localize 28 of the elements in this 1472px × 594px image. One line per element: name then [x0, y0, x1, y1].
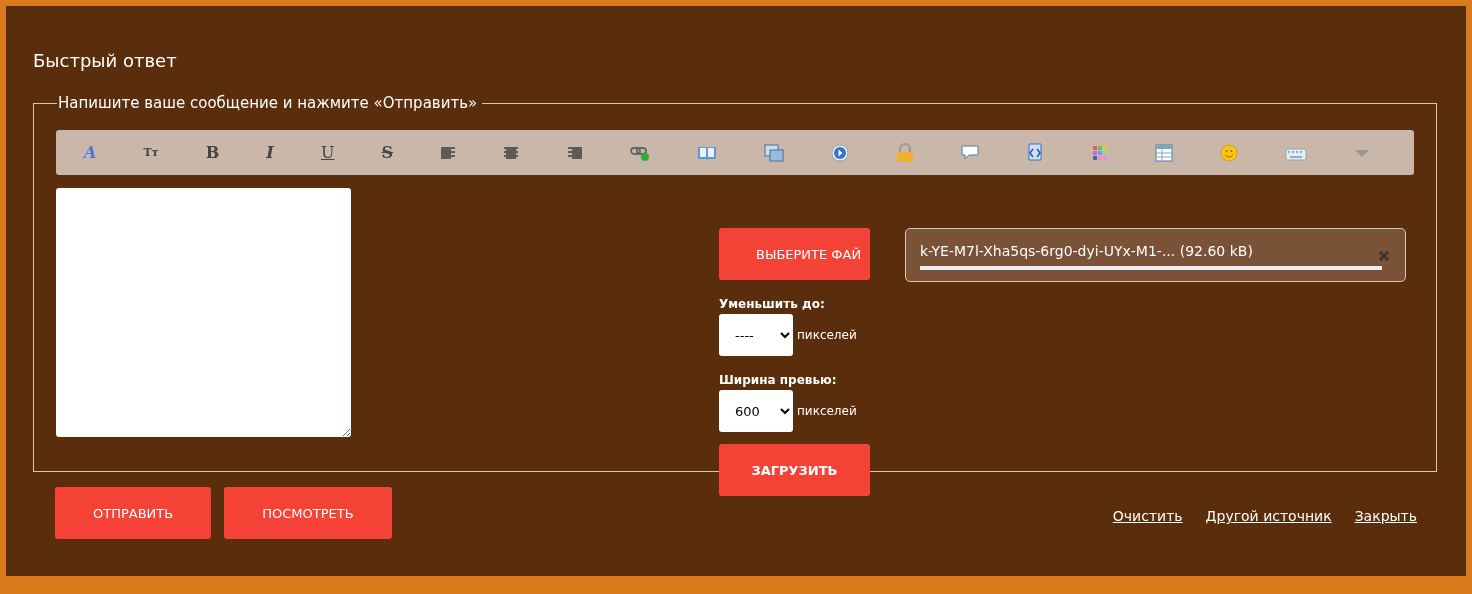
speech-bubble-icon[interactable] — [961, 144, 980, 161]
file-name: k-YE-M7l-Xha5qs-6rg0-dyi-UYx-M1-... (92.60 kB) — [920, 242, 1254, 260]
preview-button[interactable]: ПОСМОТРЕТЬ — [224, 487, 392, 539]
smiley-icon[interactable] — [1219, 143, 1238, 162]
link[interactable]: Очистить — [1112, 508, 1183, 524]
unit-label: пикселей — [797, 328, 857, 342]
send-button[interactable]: ОТПРАВИТЬ — [55, 487, 212, 539]
resize-label: Уменьшить до: — [719, 297, 826, 311]
link-icon[interactable] — [629, 144, 650, 161]
play-icon[interactable] — [831, 143, 849, 162]
link[interactable]: Другой источник — [1205, 508, 1332, 524]
script-icon[interactable] — [1026, 142, 1045, 163]
form-legend: Напишите ваше сообщение и нажмите «Отправить» — [57, 94, 483, 112]
link[interactable]: Закрыть — [1354, 508, 1417, 524]
upload-button[interactable]: ЗАГРУЗИТЬ — [719, 444, 870, 496]
preview-width-select[interactable]: 600 — [719, 390, 793, 432]
lock-icon[interactable] — [896, 142, 915, 163]
choose-file-button[interactable]: ВЫБЕРИТЕ ФАЙ — [719, 228, 870, 280]
close-icon[interactable] — [1378, 250, 1390, 262]
resize-select[interactable]: ---- — [719, 314, 793, 356]
book-icon[interactable] — [696, 144, 717, 161]
images-icon[interactable] — [763, 143, 784, 162]
dropdown-arrow-icon[interactable] — [1354, 147, 1370, 158]
preview-width-label: Ширина превью: — [719, 373, 838, 387]
unit-label: пикселей — [797, 404, 857, 418]
table-icon[interactable] — [1154, 143, 1173, 162]
color-palette-icon[interactable] — [1091, 144, 1108, 161]
section-title: Быстрый ответ — [33, 49, 178, 72]
